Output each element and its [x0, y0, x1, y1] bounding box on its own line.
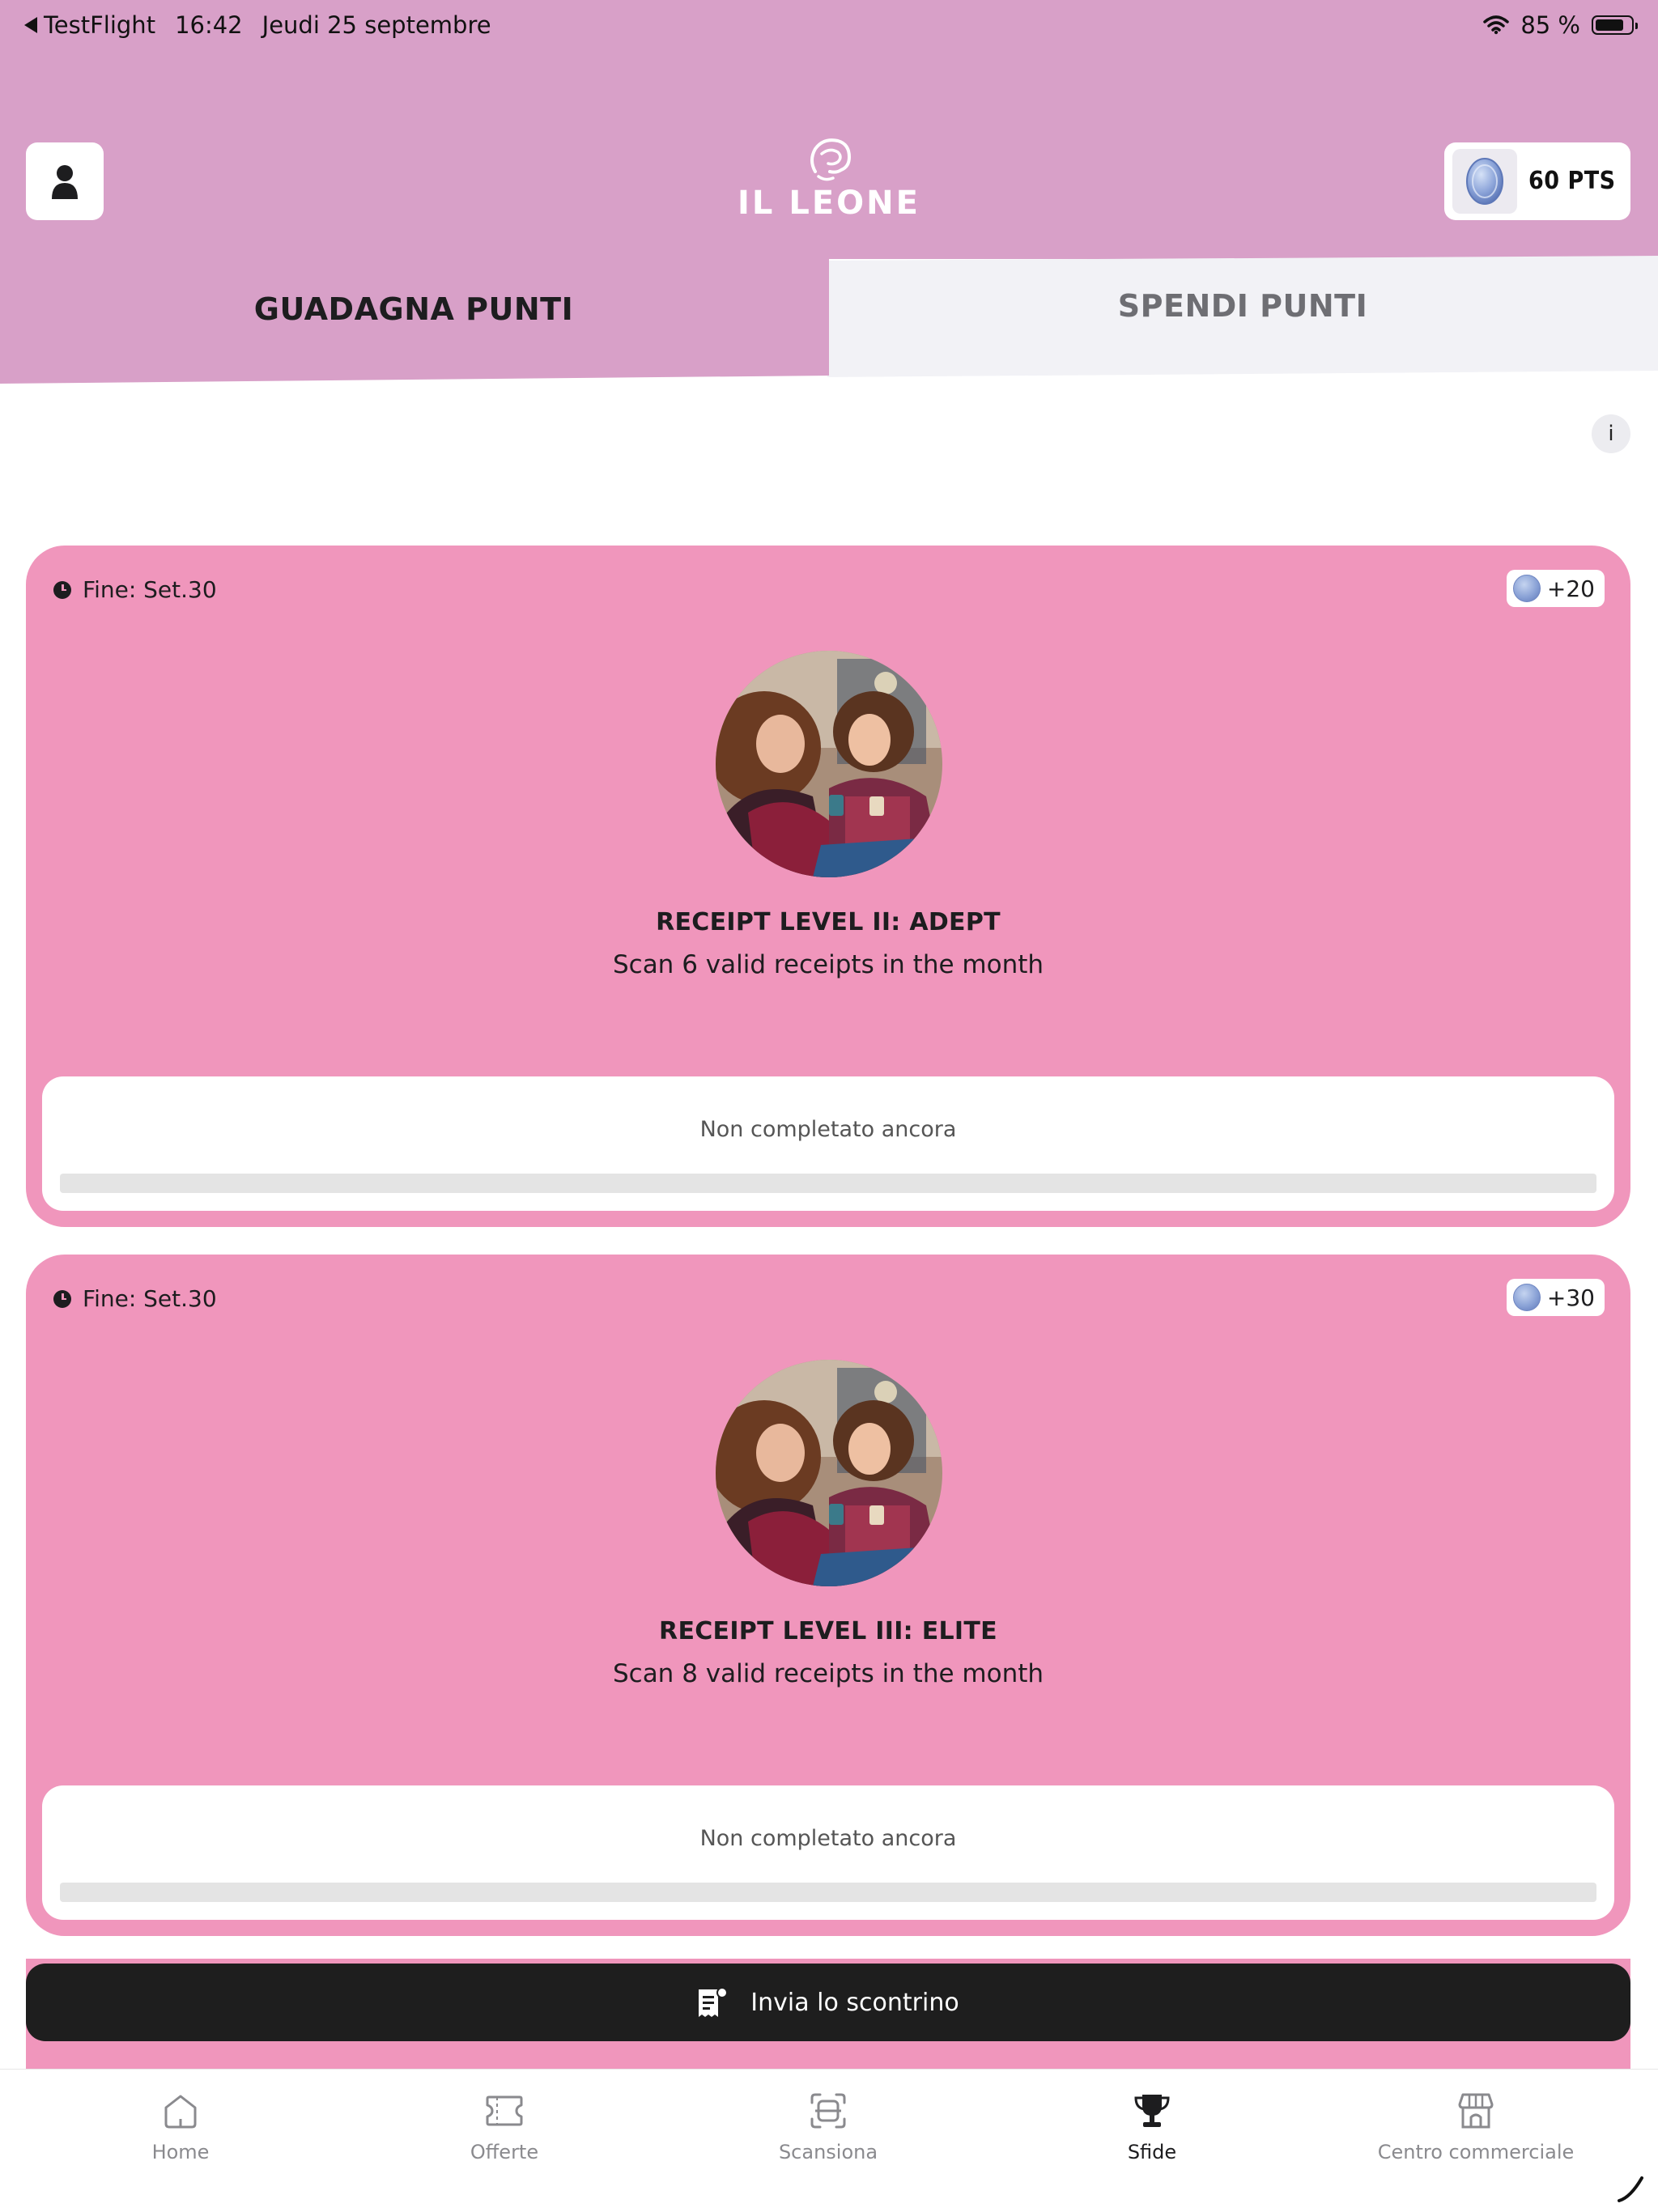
battery-percent: 85 %: [1520, 11, 1580, 39]
challenge-description: Scan 8 valid receipts in the month: [612, 1659, 1044, 1688]
nav-scan[interactable]: Scansiona: [707, 2087, 950, 2163]
trophy-icon: [1134, 2095, 1170, 2127]
progress-status: Non completato ancora: [699, 1117, 957, 1142]
back-arrow-icon: [24, 17, 37, 33]
status-bar: TestFlight 16:42 Jeudi 25 septembre 85 %: [24, 11, 1638, 40]
challenge-title: RECEIPT LEVEL II: ADEPT: [656, 908, 1001, 936]
brand-logo: IL LEONE: [732, 136, 926, 225]
battery-icon: [1592, 15, 1638, 35]
info-button[interactable]: i: [1592, 414, 1630, 453]
clock-icon: [53, 1289, 71, 1308]
home-icon: [164, 2095, 197, 2129]
challenge-image: [716, 651, 942, 877]
points-balance-button[interactable]: 60 PTS: [1444, 142, 1630, 220]
progress-panel: Non completato ancora: [42, 1785, 1614, 1920]
reward-points: +30: [1546, 1284, 1595, 1311]
deadline: Fine: Set.30: [53, 1285, 217, 1312]
points-label: 60 PTS: [1528, 167, 1616, 195]
challenge-card[interactable]: Fine: Set.30 +30 RECEIPT LEVEL III: ELIT…: [26, 1255, 1630, 1936]
coin-icon: [1512, 1284, 1541, 1311]
nav-challenges-label: Sfide: [1127, 2141, 1177, 2163]
user-icon: [52, 165, 78, 199]
nav-challenges[interactable]: Sfide: [1031, 2087, 1273, 2163]
nav-mall-label: Centro commerciale: [1377, 2141, 1575, 2163]
reward-points: +20: [1546, 575, 1595, 602]
status-time: 16:42: [175, 11, 243, 39]
receipt-icon: [699, 1987, 729, 2017]
ticket-icon: [486, 2095, 523, 2126]
wifi-icon: [1483, 15, 1510, 35]
progress-panel: Non completato ancora: [42, 1076, 1614, 1211]
progress-bar: [60, 1883, 1596, 1902]
coin-icon: [1512, 575, 1541, 602]
nav-home-label: Home: [151, 2141, 210, 2163]
tab-spend-points[interactable]: SPENDI PUNTI: [829, 288, 1656, 324]
clock-icon: [53, 580, 71, 599]
reward-badge: +20: [1506, 570, 1605, 607]
back-to-app[interactable]: TestFlight: [24, 11, 155, 39]
storefront-icon: [1458, 2093, 1494, 2129]
send-receipt-label: Invia lo scontrino: [750, 1988, 959, 2017]
reward-badge: +30: [1506, 1279, 1605, 1316]
profile-button[interactable]: [26, 142, 104, 220]
tab-earn-points[interactable]: GUADAGNA PUNTI: [0, 291, 827, 327]
send-receipt-button[interactable]: Invia lo scontrino: [26, 1964, 1630, 2041]
deadline: Fine: Set.30: [53, 576, 217, 603]
back-app-label: TestFlight: [44, 11, 156, 39]
status-date: Jeudi 25 septembre: [261, 11, 491, 39]
lion-head-icon: [810, 138, 852, 181]
challenge-image: [716, 1360, 942, 1586]
progress-status: Non completato ancora: [699, 1826, 957, 1851]
challenge-title: RECEIPT LEVEL III: ELITE: [659, 1617, 997, 1645]
nav-mall[interactable]: Centro commerciale: [1354, 2087, 1597, 2163]
brand-name: IL LEONE: [738, 185, 920, 222]
coin-container: [1452, 149, 1517, 214]
nav-offers-label: Offerte: [470, 2141, 539, 2163]
nav-scan-label: Scansiona: [778, 2141, 878, 2163]
deadline-label: Fine: Set.30: [83, 1285, 217, 1312]
home-indicator-curve-icon: [1618, 2176, 1643, 2202]
bottom-nav: Home Offerte Scansiona Sfide Centro comm…: [0, 2069, 1658, 2212]
challenge-description: Scan 6 valid receipts in the month: [612, 950, 1044, 979]
nav-offers[interactable]: Offerte: [383, 2087, 626, 2163]
nav-home[interactable]: Home: [59, 2087, 302, 2163]
coin-icon: [1466, 158, 1503, 205]
progress-bar: [60, 1174, 1596, 1193]
scan-icon: [810, 2093, 846, 2129]
deadline-label: Fine: Set.30: [83, 576, 217, 603]
challenge-card[interactable]: Fine: Set.30 +20 RECEIPT LEVEL II: ADEPT…: [26, 546, 1630, 1227]
